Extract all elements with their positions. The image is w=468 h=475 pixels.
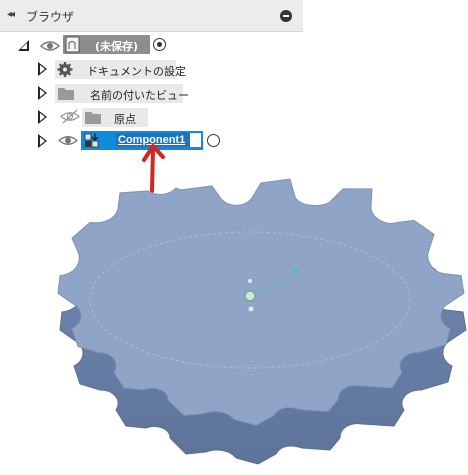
gear-model-viewport[interactable]	[0, 0, 468, 475]
gear-body	[57, 178, 467, 465]
